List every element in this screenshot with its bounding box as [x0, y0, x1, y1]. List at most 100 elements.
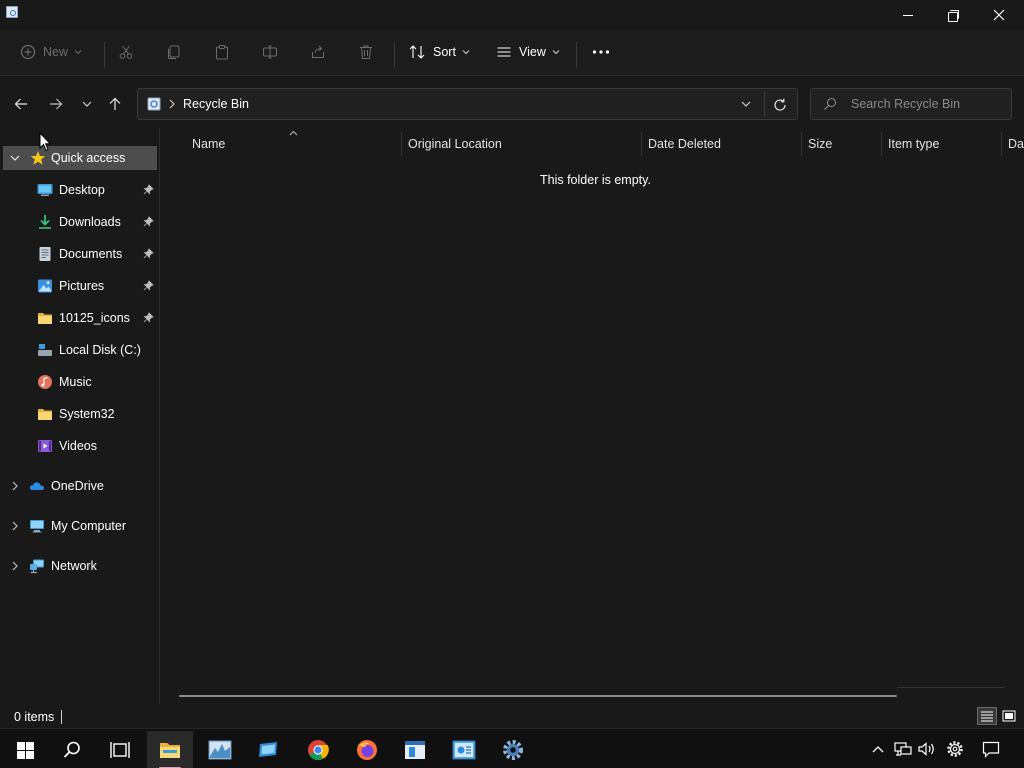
search-input[interactable]: Search Recycle Bin [851, 97, 960, 111]
app-taskbar-button[interactable] [245, 731, 291, 768]
firefox-taskbar-button[interactable] [344, 731, 390, 768]
view-label: View [519, 45, 546, 59]
paste-button[interactable] [214, 38, 230, 66]
column-divider[interactable] [801, 132, 802, 156]
resource-monitor-icon [208, 740, 232, 760]
more-options-button[interactable] [592, 38, 610, 66]
file-list[interactable]: Name Original Location Date Deleted Size… [162, 128, 1024, 704]
pin-icon[interactable] [143, 280, 154, 291]
tree-item-desktop[interactable]: Desktop [0, 178, 158, 202]
details-view-button[interactable] [977, 707, 997, 725]
tree-item-onedrive[interactable]: OneDrive [0, 474, 158, 498]
view-icon [497, 47, 511, 57]
pin-icon[interactable] [143, 216, 154, 227]
chevron-down-icon [74, 50, 82, 55]
mouse-cursor-icon [39, 132, 51, 152]
tree-item-system32[interactable]: System32 [0, 402, 158, 426]
volume-icon [918, 742, 934, 756]
desktop-icon [37, 184, 53, 196]
file-explorer-taskbar-button[interactable] [147, 731, 193, 768]
tree-item-music[interactable]: Music [0, 370, 158, 394]
column-header-original-location[interactable]: Original Location [408, 137, 502, 151]
notepad-taskbar-button[interactable] [392, 731, 438, 768]
volume-tray-button[interactable] [917, 739, 937, 759]
column-header-name[interactable]: Name [192, 137, 225, 151]
forward-button[interactable] [44, 90, 68, 118]
column-header-size[interactable]: Size [808, 137, 832, 151]
search-icon [824, 97, 837, 110]
tree-item-local-disk[interactable]: Local Disk (C:) [0, 338, 158, 362]
recycle-bin-icon [147, 97, 161, 111]
tree-item-my-computer[interactable]: My Computer [0, 514, 158, 538]
column-header-date-deleted[interactable]: Date Deleted [648, 137, 721, 151]
chevron-right-icon[interactable] [10, 481, 20, 491]
tree-item-quick-access[interactable]: Quick access [3, 146, 157, 170]
tree-item-downloads[interactable]: Downloads [0, 210, 158, 234]
rename-button[interactable] [262, 38, 278, 66]
new-button[interactable]: New [20, 38, 82, 66]
tree-item-10125-icons[interactable]: 10125_icons [0, 306, 158, 330]
tree-item-label: Videos [59, 439, 97, 453]
taskbar [0, 728, 1024, 768]
star-icon [30, 151, 46, 165]
search-box[interactable]: Search Recycle Bin [810, 88, 1012, 120]
start-button[interactable] [2, 731, 48, 768]
network-tray-button[interactable] [893, 739, 913, 759]
large-icons-view-button[interactable] [999, 707, 1019, 725]
cut-button[interactable] [118, 38, 134, 66]
delete-button[interactable] [358, 38, 374, 66]
column-divider[interactable] [881, 132, 882, 156]
tree-item-pictures[interactable]: Pictures [0, 274, 158, 298]
restore-button[interactable] [930, 0, 976, 30]
column-header-date[interactable]: Dat [1008, 137, 1024, 151]
tree-item-network[interactable]: Network [0, 554, 158, 578]
resource-monitor-taskbar-button[interactable] [197, 731, 243, 768]
back-button[interactable] [9, 90, 33, 118]
control-panel-taskbar-button[interactable] [441, 731, 487, 768]
task-view-icon [110, 742, 130, 758]
show-hidden-icons-button[interactable] [870, 739, 886, 759]
pin-icon[interactable] [143, 312, 154, 323]
command-bar: New Sort View [0, 30, 1024, 76]
separator [394, 42, 395, 68]
tree-item-label: Local Disk (C:) [59, 343, 141, 357]
column-divider[interactable] [1001, 132, 1002, 156]
close-button[interactable] [976, 0, 1022, 30]
navigation-pane: Quick access Desktop Downloads Documents… [0, 128, 160, 704]
tree-item-videos[interactable]: Videos [0, 434, 158, 458]
settings-taskbar-button[interactable] [490, 731, 536, 768]
pictures-icon [38, 279, 52, 293]
sort-button[interactable]: Sort [408, 38, 470, 66]
share-button[interactable] [310, 38, 326, 66]
task-view-button[interactable] [97, 731, 143, 768]
cut-icon [119, 45, 133, 59]
view-button[interactable]: View [496, 38, 560, 66]
address-bar[interactable]: Recycle Bin [137, 88, 798, 120]
column-divider[interactable] [401, 132, 402, 156]
minimize-button[interactable] [885, 0, 931, 30]
recent-locations-button[interactable] [75, 90, 99, 118]
chevron-down-icon [82, 101, 92, 107]
column-header-item-type[interactable]: Item type [888, 137, 939, 151]
notification-center-button[interactable] [981, 739, 1001, 759]
tree-item-label: Network [51, 559, 97, 573]
address-history-button[interactable] [738, 96, 754, 112]
column-divider[interactable] [641, 132, 642, 156]
settings-tray-button[interactable] [945, 739, 965, 759]
folder-icon [38, 313, 52, 324]
documents-icon [39, 247, 51, 261]
chevron-right-icon[interactable] [10, 561, 20, 571]
chrome-taskbar-button[interactable] [295, 731, 341, 768]
copy-button[interactable] [166, 38, 182, 66]
address-location[interactable]: Recycle Bin [183, 97, 249, 111]
separator [764, 91, 765, 117]
refresh-button[interactable] [770, 95, 790, 115]
tree-item-documents[interactable]: Documents [0, 242, 158, 266]
chevron-right-icon[interactable] [10, 521, 20, 531]
up-button[interactable] [103, 90, 127, 118]
network-icon [894, 742, 912, 756]
pin-icon[interactable] [143, 248, 154, 259]
horizontal-scrollbar[interactable] [179, 695, 897, 697]
taskbar-search-button[interactable] [49, 731, 95, 768]
pin-icon[interactable] [143, 184, 154, 195]
